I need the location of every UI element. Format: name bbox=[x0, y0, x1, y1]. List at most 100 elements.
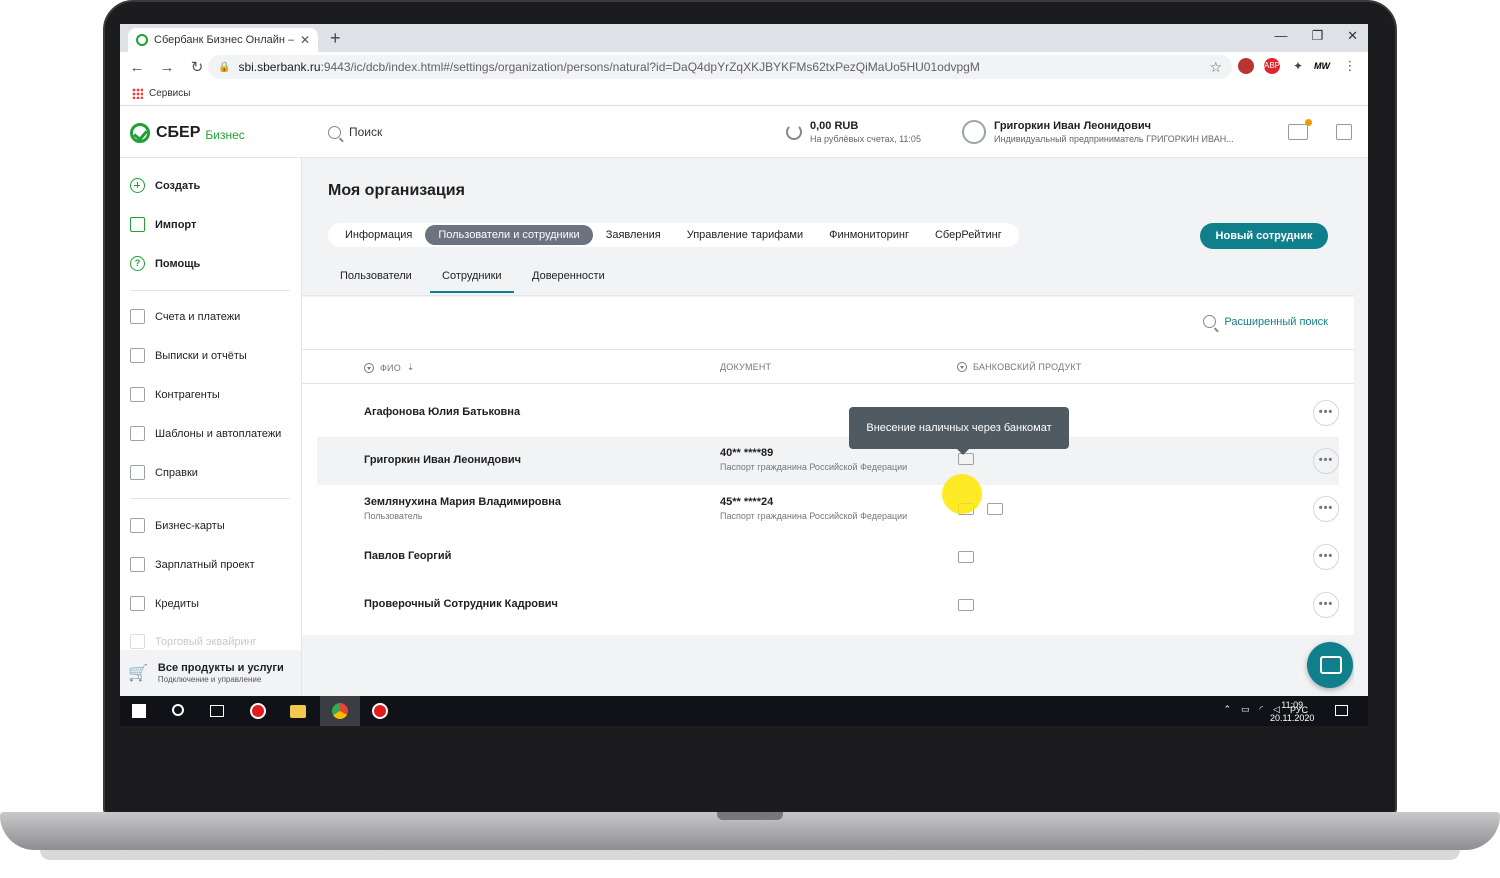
extension-icon[interactable] bbox=[1238, 58, 1254, 74]
record-app-icon[interactable] bbox=[250, 703, 266, 719]
templates-icon bbox=[130, 426, 145, 441]
chat-button[interactable] bbox=[1307, 642, 1353, 688]
advanced-search-link[interactable]: Расширенный поиск bbox=[1203, 315, 1328, 328]
logout-icon[interactable] bbox=[1336, 124, 1352, 140]
subtab-employees[interactable]: Сотрудники bbox=[430, 270, 514, 293]
sort-icon[interactable]: ⇣ bbox=[407, 362, 415, 373]
wallet-icon[interactable] bbox=[958, 599, 974, 611]
adblock-icon[interactable]: ABP bbox=[1264, 58, 1280, 74]
all-products-button[interactable]: 🛒 Все продукты и услуги Подключение и уп… bbox=[120, 650, 301, 696]
sidebar-item-statements[interactable]: Выписки и отчёты bbox=[130, 348, 247, 363]
chrome-icon[interactable] bbox=[332, 703, 348, 719]
all-products-title: Все продукты и услуги bbox=[157, 662, 284, 674]
balance-widget[interactable]: 0,00 RUB На рублёвых счетах, 11:05 bbox=[786, 120, 921, 144]
cart-icon: 🛒 bbox=[128, 665, 148, 682]
page-scrollbar[interactable] bbox=[1354, 158, 1368, 696]
sber-logo-icon bbox=[130, 123, 150, 143]
all-products-sub: Подключение и управление bbox=[157, 675, 262, 684]
column-name-label: ФИО bbox=[380, 362, 401, 373]
row-actions-button[interactable]: ••• bbox=[1313, 592, 1339, 618]
tab-applications[interactable]: Заявления bbox=[593, 225, 674, 245]
table-row[interactable]: Павлов Георгий ••• bbox=[317, 533, 1339, 581]
table-row[interactable]: Землянухина Мария Владимировна Пользоват… bbox=[317, 485, 1339, 533]
sidebar-item-help[interactable]: ? Помощь bbox=[130, 256, 200, 271]
row-actions-button[interactable]: ••• bbox=[1313, 448, 1339, 474]
sidebar-item-certificates[interactable]: Справки bbox=[130, 465, 198, 480]
battery-icon[interactable]: ▭ bbox=[1241, 704, 1250, 715]
row-actions-button[interactable]: ••• bbox=[1313, 400, 1339, 426]
bookmark-services[interactable]: Сервисы bbox=[149, 88, 190, 99]
new-employee-button[interactable]: Новый сотрудник bbox=[1200, 223, 1328, 249]
table-row[interactable]: Агафонова Юлия Батьковна ••• bbox=[317, 389, 1339, 437]
forward-icon[interactable]: → bbox=[154, 59, 180, 76]
sidebar-item-salary[interactable]: Зарплатный проект bbox=[130, 557, 255, 572]
column-header-product[interactable]: БАНКОВСКИЙ ПРОДУКТ bbox=[957, 362, 1082, 372]
tab-information[interactable]: Информация bbox=[332, 225, 425, 245]
row-actions-button[interactable]: ••• bbox=[1313, 496, 1339, 522]
sidebar-item-import[interactable]: Импорт bbox=[130, 217, 196, 232]
back-icon[interactable]: ← bbox=[124, 59, 150, 76]
chevron-down-icon[interactable] bbox=[364, 362, 374, 373]
employee-name: Землянухина Мария Владимировна bbox=[364, 496, 562, 508]
wallet-icon[interactable] bbox=[958, 551, 974, 563]
tab-users-employees[interactable]: Пользователи и сотрудники bbox=[425, 225, 593, 245]
main-content: Моя организация Информация Пользователи … bbox=[302, 158, 1354, 696]
close-window-icon[interactable]: ✕ bbox=[1347, 28, 1358, 44]
file-explorer-icon[interactable] bbox=[290, 705, 306, 718]
card-icon[interactable] bbox=[987, 503, 1003, 515]
sidebar-item-label: Создать bbox=[155, 179, 201, 192]
sidebar-item-credits[interactable]: Кредиты bbox=[130, 596, 199, 611]
product-tooltip: Внесение наличных через банкомат bbox=[849, 407, 1069, 455]
tab-sberrating[interactable]: СберРейтинг bbox=[922, 225, 1015, 245]
recorder-icon[interactable] bbox=[372, 703, 388, 719]
mw-extension-icon[interactable]: MW bbox=[1314, 58, 1330, 74]
puzzle-icon[interactable]: ✦ bbox=[1290, 58, 1306, 74]
sidebar-item-templates[interactable]: Шаблоны и автоплатежи bbox=[130, 426, 281, 441]
mail-icon[interactable] bbox=[1288, 124, 1308, 140]
sidebar-item-label: Справки bbox=[155, 466, 198, 479]
tab-tariffs[interactable]: Управление тарифами bbox=[674, 225, 816, 245]
subtab-users[interactable]: Пользователи bbox=[340, 270, 412, 282]
new-tab-icon[interactable]: + bbox=[330, 28, 341, 49]
chevron-down-icon[interactable] bbox=[957, 362, 967, 372]
windows-start-icon[interactable] bbox=[132, 704, 146, 718]
sidebar-item-accounts[interactable]: Счета и платежи bbox=[130, 309, 240, 324]
task-view-icon[interactable] bbox=[210, 705, 224, 717]
reload-icon[interactable]: ↻ bbox=[184, 58, 210, 76]
restore-icon[interactable]: ❐ bbox=[1311, 28, 1323, 44]
chevron-up-icon[interactable]: ⌃ bbox=[1223, 704, 1231, 715]
org-tabs: Информация Пользователи и сотрудники Зая… bbox=[328, 223, 1019, 247]
browser-tabbar: Сбербанк Бизнес Онлайн — Ин ✕ + — ❐ ✕ bbox=[120, 24, 1368, 52]
url-host: sbi.sberbank.ru bbox=[238, 60, 321, 74]
sidebar-item-business-cards[interactable]: Бизнес-карты bbox=[130, 518, 225, 533]
browser-tab[interactable]: Сбербанк Бизнес Онлайн — Ин ✕ bbox=[128, 28, 318, 52]
laptop-notch bbox=[717, 812, 783, 820]
search-icon bbox=[1203, 315, 1217, 328]
subtab-powers-of-attorney[interactable]: Доверенности bbox=[532, 270, 605, 282]
column-header-name[interactable]: ФИО ⇣ bbox=[364, 362, 415, 373]
tab-finmonitoring[interactable]: Финмониторинг bbox=[816, 225, 922, 245]
sidebar-item-create[interactable]: Создать bbox=[130, 178, 200, 193]
sber-logo[interactable]: СБЕР Бизнес bbox=[130, 123, 245, 143]
employee-name: Григоркин Иван Леонидович bbox=[364, 454, 522, 466]
table-row[interactable]: Григоркин Иван Леонидович 40** ****89 Па… bbox=[317, 437, 1339, 485]
row-actions-button[interactable]: ••• bbox=[1313, 544, 1339, 570]
bookmark-star-icon[interactable]: ☆ bbox=[1209, 59, 1222, 76]
sidebar-item-counterparties[interactable]: Контрагенты bbox=[130, 387, 220, 402]
close-tab-icon[interactable]: ✕ bbox=[300, 33, 310, 47]
clock[interactable]: 11:09 20.11.2020 bbox=[1270, 699, 1314, 725]
search-icon[interactable] bbox=[172, 704, 184, 716]
minimize-icon[interactable]: — bbox=[1274, 28, 1287, 44]
wallet-icon bbox=[130, 557, 145, 572]
notifications-icon[interactable] bbox=[1335, 705, 1348, 716]
refresh-icon[interactable] bbox=[786, 124, 802, 140]
user-profile[interactable]: Григоркин Иван Леонидович Индивидуальный… bbox=[962, 120, 1234, 144]
column-document-label: ДОКУМЕНТ bbox=[720, 362, 772, 372]
wifi-icon[interactable]: ◜ bbox=[1260, 704, 1264, 715]
address-bar[interactable]: 🔒 sbi.sberbank.ru:9443/ic/dcb/index.html… bbox=[208, 55, 1232, 79]
employee-role: Пользователь bbox=[364, 511, 423, 521]
global-search[interactable]: Поиск bbox=[328, 125, 382, 139]
table-row[interactable]: Проверочный Сотрудник Кадрович ••• bbox=[317, 581, 1339, 629]
sidebar-item-acquiring[interactable]: Торговый эквайринг bbox=[130, 634, 257, 649]
menu-icon[interactable]: ⋮ bbox=[1342, 58, 1358, 74]
